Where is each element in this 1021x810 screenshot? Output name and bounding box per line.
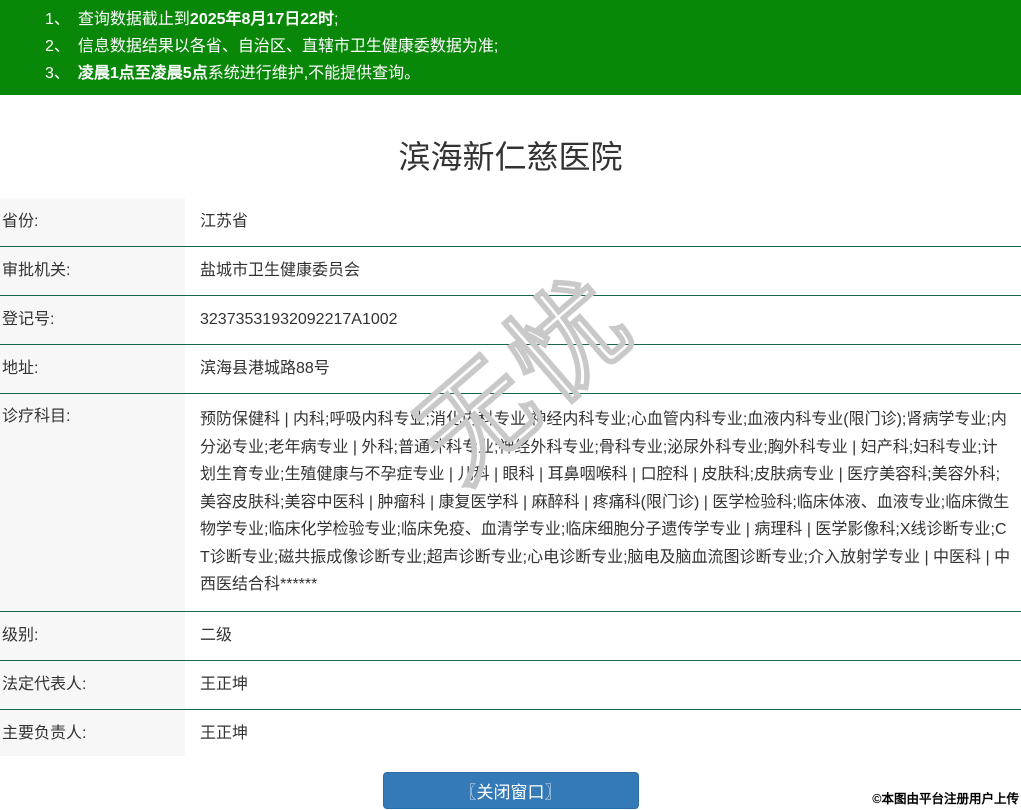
notice-number: 2、: [45, 38, 70, 55]
table-row-address: 地址: 滨海县港城路88号: [0, 345, 1021, 394]
close-window-button[interactable]: 〖关闭窗口〗: [382, 772, 639, 809]
row-label: 登记号:: [0, 296, 185, 344]
footer-bar: 〖关闭窗口〗 ©本图由平台注册用户上传: [0, 756, 1021, 810]
row-label: 诊疗科目:: [0, 394, 185, 611]
notice-line-1: 1、 查询数据截止到2025年8月17日22时;: [45, 6, 1011, 33]
notice-banner: 1、 查询数据截止到2025年8月17日22时; 2、 信息数据结果以各省、自治区、…: [0, 0, 1021, 95]
notice-text-bold: 凌晨1点至凌晨5点: [77, 65, 208, 82]
copyright-label: ©本图由平台注册用户上传: [872, 792, 1019, 806]
notice-text: ;: [334, 11, 339, 28]
table-row-level: 级别: 二级: [0, 611, 1021, 661]
row-label: 审批机关:: [0, 247, 185, 295]
notice-text-bold: 2025年8月17日22时: [189, 11, 335, 28]
row-value: 预防保健科 | 内科;呼吸内科专业;消化内科专业;神经内科专业;心血管内科专业;…: [200, 411, 1011, 593]
row-label: 法定代表人:: [0, 660, 185, 709]
row-value: 滨海县港城路88号: [200, 360, 330, 377]
notice-line-2: 2、 信息数据结果以各省、自治区、直辖市卫生健康委数据为准;: [45, 33, 1011, 60]
notice-number: 1、: [45, 11, 70, 28]
notice-text: 系统进行维护,不能提供查询。: [207, 65, 421, 82]
row-value: 王正坤: [200, 724, 249, 742]
table-row-legal-representative: 法定代表人: 王正坤: [0, 660, 1021, 710]
notice-text: 查询数据截止到: [77, 11, 190, 28]
row-label: 主要负责人:: [0, 709, 185, 758]
row-value: 32373531932092217A1002: [200, 311, 398, 328]
row-label: 地址:: [0, 345, 185, 393]
notice-number: 3、: [45, 65, 70, 82]
row-value: 二级: [200, 626, 233, 644]
table-row-medical-departments: 诊疗科目: 预防保健科 | 内科;呼吸内科专业;消化内科专业;神经内科专业;心血…: [0, 394, 1021, 612]
row-value: 王正坤: [200, 675, 249, 693]
hospital-title: 滨海新仁慈医院: [398, 139, 623, 175]
table-row-main-person-in-charge: 主要负责人: 王正坤: [0, 709, 1021, 759]
table-row-approval-authority: 审批机关: 盐城市卫生健康委员会: [0, 247, 1021, 296]
notice-text: 信息数据结果以各省、自治区、直辖市卫生健康委数据为准;: [77, 38, 499, 55]
row-label: 级别:: [0, 611, 185, 660]
table-row-registration-number: 登记号: 32373531932092217A1002: [0, 296, 1021, 345]
hospital-info-table: 省份: 江苏省 审批机关: 盐城市卫生健康委员会 登记号: 3237353193…: [0, 198, 1021, 808]
row-value: 盐城市卫生健康委员会: [200, 262, 361, 279]
row-label: 省份:: [0, 198, 185, 246]
notice-line-3: 3、 凌晨1点至凌晨5点系统进行维护,不能提供查询。: [45, 60, 1011, 87]
row-value: 江苏省: [200, 213, 249, 230]
table-row-province: 省份: 江苏省: [0, 198, 1021, 247]
